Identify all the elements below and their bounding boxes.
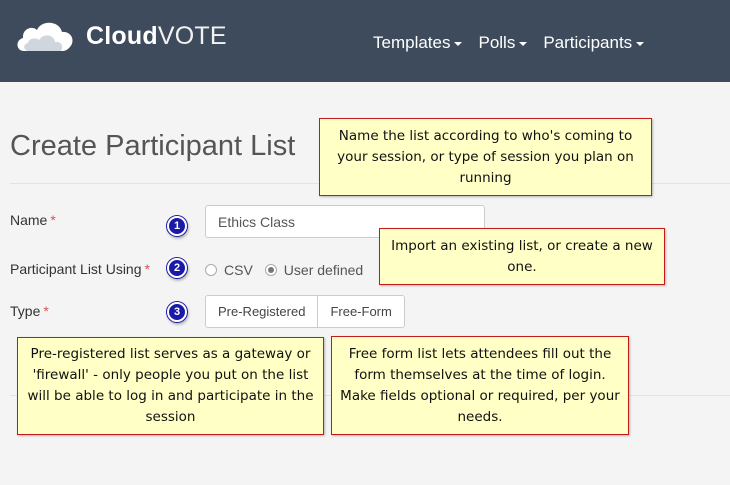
user-defined-radio[interactable] [264,264,277,276]
pre-registered-callout: Pre-registered list serves as a gateway … [17,337,324,435]
nav-label: Polls [478,33,516,52]
nav-participants[interactable]: Participants [543,32,645,54]
brand-name: CloudVOTE [86,21,227,50]
csv-radio-label[interactable]: CSV [224,262,253,278]
step-2-badge: 2 [167,258,187,278]
required-mark: * [43,303,49,319]
cloud-icon [14,18,78,54]
nav-templates[interactable]: Templates [373,32,463,54]
step-1-badge: 1 [167,216,187,236]
name-label: Name * [10,212,56,228]
label-text: Name [10,212,48,228]
pre-registered-button[interactable]: Pre-Registered [206,296,317,327]
brand-logo[interactable]: CloudVOTE [14,18,227,54]
main-nav: Templates Polls Participants [373,32,660,54]
caret-down-icon [454,41,463,46]
brand-bold: Cloud [86,21,158,50]
csv-radio[interactable] [205,264,217,276]
type-label: Type * [10,303,49,319]
step-3-badge: 3 [167,302,187,322]
label-text: Participant List Using [10,261,142,277]
top-navbar: CloudVOTE Templates Polls Participants [0,0,730,82]
list-using-options: CSV User defined [205,262,375,278]
type-button-group: Pre-Registered Free-Form [205,295,405,328]
caret-down-icon [636,41,645,46]
nav-label: Templates [373,33,451,52]
page-title: Create Participant List [10,130,296,162]
free-form-callout: Free form list lets attendees fill out t… [331,336,629,435]
list-using-label: Participant List Using * [10,261,150,277]
brand-light: VOTE [157,21,227,50]
name-callout: Name the list according to who's coming … [319,118,652,196]
caret-down-icon [519,41,528,46]
label-text: Type [10,303,41,319]
user-defined-radio-label[interactable]: User defined [284,262,363,278]
required-mark: * [50,212,56,228]
import-callout: Import an existing list, or create a new… [379,228,665,285]
required-mark: * [144,261,150,277]
free-form-button[interactable]: Free-Form [317,296,403,327]
nav-label: Participants [543,33,633,52]
nav-polls[interactable]: Polls [478,32,528,54]
